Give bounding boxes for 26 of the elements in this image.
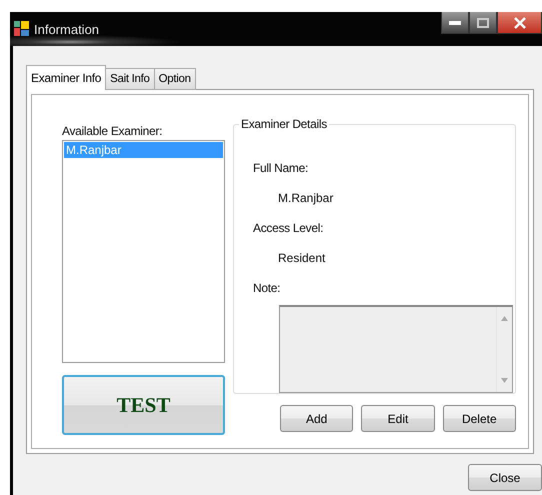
field-value: M.Ranjbar (278, 191, 334, 205)
minimize-button[interactable] (441, 12, 469, 34)
field-label: Note: (253, 281, 282, 295)
close-icon (514, 16, 526, 28)
test-button[interactable]: TEST (62, 375, 225, 435)
window-title: Information (34, 22, 100, 36)
tab[interactable]: Option (154, 68, 196, 90)
minimize-icon (449, 20, 461, 24)
close-button[interactable] (497, 12, 542, 34)
note-field[interactable] (279, 305, 513, 393)
scroll-up-icon (501, 316, 508, 321)
action-button[interactable]: Edit (361, 405, 435, 432)
field-label: Access Level: (253, 221, 324, 235)
close-dialog-button[interactable]: Close (468, 464, 542, 491)
scroll-down-icon (501, 378, 508, 383)
group-title: Examiner Details (239, 117, 329, 131)
maximize-button[interactable] (469, 12, 497, 34)
list-label: Available Examiner: (62, 124, 164, 138)
action-button[interactable]: Delete (442, 405, 516, 432)
app-icon (14, 21, 30, 37)
field-label: Full Name: (253, 161, 310, 175)
maximize-icon (477, 18, 489, 28)
tab[interactable]: Examiner Info (26, 65, 106, 90)
tab[interactable]: Sait Info (105, 68, 155, 90)
field-value: Resident (278, 251, 326, 265)
action-button[interactable]: Add (280, 405, 354, 432)
